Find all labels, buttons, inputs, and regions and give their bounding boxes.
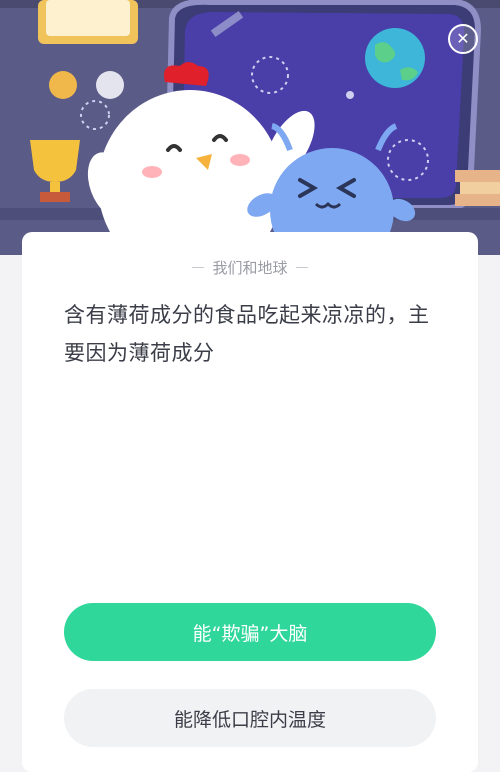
category-label: 我们和地球 (212, 259, 288, 277)
hero-scene (0, 0, 500, 255)
close-icon: ✕ (456, 29, 470, 48)
quiz-card: 我们和地球 含有薄荷成分的食品吃起来凉凉的，主要因为薄荷成分 能“欺骗”大脑 能… (22, 232, 478, 772)
answer-option-a[interactable]: 能“欺骗”大脑 (64, 603, 436, 661)
category-left-dash (192, 267, 205, 268)
question-text: 含有薄荷成分的食品吃起来凉凉的，主要因为薄荷成分 (64, 303, 430, 365)
answer-option-b[interactable]: 能降低口腔内温度 (64, 689, 436, 747)
hero-illustration: ✕ (0, 0, 500, 255)
close-button[interactable]: ✕ (448, 24, 478, 54)
category-right-dash (295, 267, 308, 268)
question-category: 我们和地球 (22, 257, 478, 278)
